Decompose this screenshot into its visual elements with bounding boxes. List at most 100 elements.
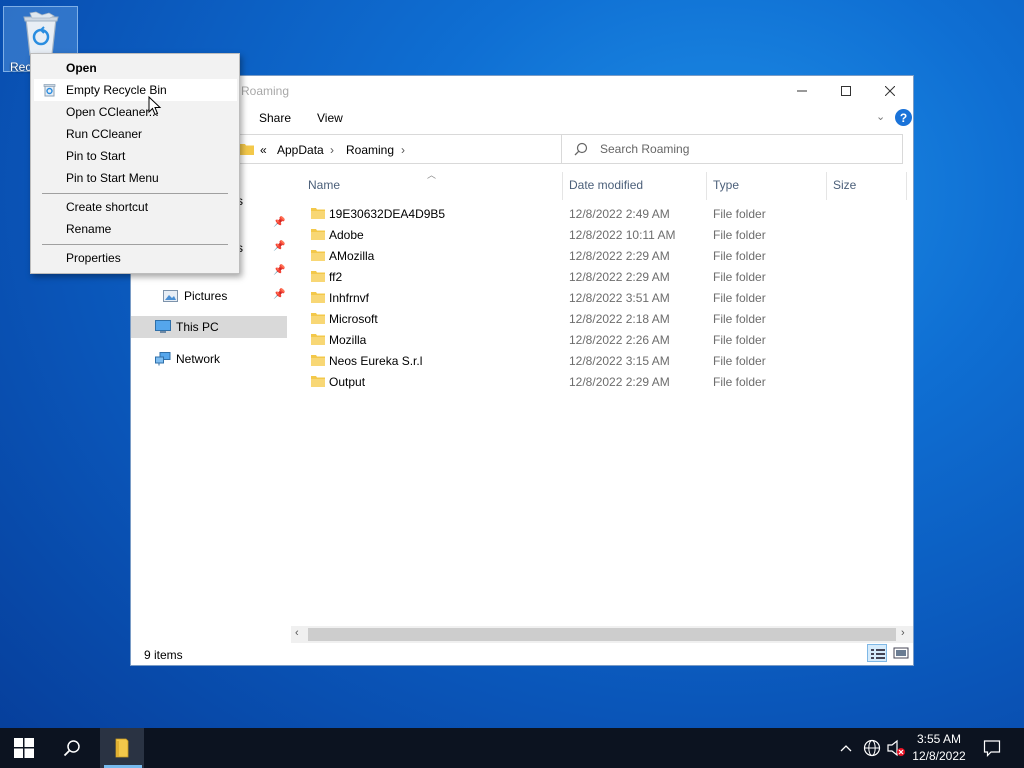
pin-icon: 📌 xyxy=(273,265,286,276)
menu-item-pin-to-start[interactable]: Pin to Start xyxy=(34,145,237,167)
file-row[interactable]: Microsoft 12/8/2022 2:18 AM File folder xyxy=(307,308,907,329)
pin-icon: 📌 xyxy=(273,217,286,228)
menu-item-empty-recycle-bin[interactable]: Empty Recycle Bin xyxy=(34,79,237,101)
file-type: File folder xyxy=(713,249,766,263)
clock-date: 12/8/2022 xyxy=(912,749,966,763)
file-type: File folder xyxy=(713,228,766,242)
close-button[interactable] xyxy=(867,76,913,106)
column-divider[interactable] xyxy=(706,172,707,200)
folder-icon xyxy=(240,144,254,155)
windows-logo-icon xyxy=(14,738,34,758)
file-row[interactable]: ff2 12/8/2022 2:29 AM File folder xyxy=(307,266,907,287)
maximize-icon xyxy=(841,86,851,96)
scrollbar-thumb[interactable] xyxy=(308,628,896,641)
address-overflow[interactable]: « xyxy=(260,143,267,157)
system-clock[interactable]: 3:55 AM 12/8/2022 xyxy=(906,731,972,765)
menu-item-rename[interactable]: Rename xyxy=(34,218,237,240)
maximize-button[interactable] xyxy=(823,76,869,106)
breadcrumb-appdata[interactable]: AppData xyxy=(277,143,324,157)
chevron-up-icon xyxy=(840,745,852,752)
breadcrumb-roaming[interactable]: Roaming xyxy=(346,143,394,157)
minimize-button[interactable] xyxy=(779,76,825,106)
file-type: File folder xyxy=(713,333,766,347)
action-center-button[interactable] xyxy=(978,728,1006,768)
folder-icon xyxy=(311,376,325,387)
tab-share[interactable]: Share xyxy=(259,111,291,125)
file-name: ff2 xyxy=(329,270,343,284)
menu-separator xyxy=(42,244,228,245)
expand-ribbon-chevron-icon[interactable]: ⌄ xyxy=(876,110,885,123)
menu-item-open[interactable]: Open xyxy=(34,57,237,79)
menu-item-label: Properties xyxy=(66,251,121,265)
file-explorer-taskbar-button[interactable] xyxy=(100,728,144,768)
column-divider[interactable] xyxy=(906,172,907,200)
file-row[interactable]: Adobe 12/8/2022 10:11 AM File folder xyxy=(307,224,907,245)
scroll-right-arrow-icon[interactable]: › xyxy=(901,627,905,639)
file-date: 12/8/2022 2:29 AM xyxy=(569,270,670,284)
title-bar[interactable]: Roaming xyxy=(131,76,913,106)
volume-muted-icon xyxy=(887,739,905,757)
search-input[interactable] xyxy=(600,141,890,157)
menu-separator xyxy=(42,193,228,194)
details-view-button[interactable] xyxy=(867,644,887,662)
file-list: 19E30632DEA4D9B5 12/8/2022 2:49 AM File fo… xyxy=(307,203,907,392)
menu-item-label: Open CCleaner... xyxy=(66,105,159,119)
column-header-type[interactable]: Type xyxy=(713,178,739,192)
menu-item-create-shortcut[interactable]: Create shortcut xyxy=(34,196,237,218)
search-taskbar-button[interactable] xyxy=(50,728,94,768)
nav-item-label: Pictures xyxy=(184,289,228,303)
recycle-bin-small-icon xyxy=(43,84,56,97)
recycle-bin-icon xyxy=(23,11,59,56)
search-box[interactable] xyxy=(561,134,903,164)
nav-item-this-pc[interactable]: This PC xyxy=(131,316,287,338)
pin-icon: 📌 xyxy=(273,241,286,252)
file-row[interactable]: AMozilla 12/8/2022 2:29 AM File folder xyxy=(307,245,907,266)
file-row[interactable]: Mozilla 12/8/2022 2:26 AM File folder xyxy=(307,329,907,350)
column-divider[interactable] xyxy=(826,172,827,200)
file-row[interactable]: Output 12/8/2022 2:29 AM File folder xyxy=(307,371,907,392)
file-type: File folder xyxy=(713,291,766,305)
nav-item-label: Network xyxy=(176,352,221,366)
large-icons-view-button[interactable] xyxy=(891,644,911,662)
file-date: 12/8/2022 2:26 AM xyxy=(569,333,670,347)
file-date: 12/8/2022 3:15 AM xyxy=(569,354,670,368)
column-header-size[interactable]: Size xyxy=(833,178,856,192)
network-status-button[interactable] xyxy=(860,728,884,768)
menu-item-pin-to-start-menu[interactable]: Pin to Start Menu xyxy=(34,167,237,189)
file-explorer-window: Roaming Share View ⌄ ? « AppData › Roami… xyxy=(130,75,914,666)
horizontal-scrollbar[interactable]: ‹ › xyxy=(291,626,913,643)
nav-item-label: This PC xyxy=(176,320,219,334)
menu-item-open-ccleaner[interactable]: Open CCleaner... xyxy=(34,101,237,123)
file-date: 12/8/2022 2:18 AM xyxy=(569,312,670,326)
start-button[interactable] xyxy=(0,728,48,768)
scroll-left-arrow-icon[interactable]: ‹ xyxy=(295,627,299,639)
file-name: Microsoft xyxy=(329,312,378,326)
menu-item-label: Create shortcut xyxy=(66,200,149,214)
file-date: 12/8/2022 3:51 AM xyxy=(569,291,670,305)
search-icon xyxy=(63,740,80,757)
column-header-date[interactable]: Date modified xyxy=(569,178,643,192)
sort-ascending-icon: ︿ xyxy=(427,170,437,180)
file-row[interactable]: 19E30632DEA4D9B5 12/8/2022 2:49 AM File fo… xyxy=(307,203,907,224)
column-header-name[interactable]: Name xyxy=(308,178,340,192)
context-menu: Open Empty Recycle Bin Open CCleaner... … xyxy=(30,53,240,274)
show-hidden-icons-button[interactable] xyxy=(836,728,856,768)
menu-item-label: Empty Recycle Bin xyxy=(66,83,167,97)
nav-item-network[interactable]: Network xyxy=(131,348,287,370)
file-name: Mozilla xyxy=(329,333,367,347)
breadcrumb-separator[interactable]: › xyxy=(330,143,334,157)
menu-item-run-ccleaner[interactable]: Run CCleaner xyxy=(34,123,237,145)
menu-item-properties[interactable]: Properties xyxy=(34,247,237,269)
tab-view[interactable]: View xyxy=(317,111,343,125)
menu-item-label: Pin to Start xyxy=(66,149,126,163)
minimize-icon xyxy=(797,90,807,92)
file-date: 12/8/2022 2:29 AM xyxy=(569,375,670,389)
help-button[interactable]: ? xyxy=(895,109,912,126)
breadcrumb-separator[interactable]: › xyxy=(401,143,405,157)
file-row[interactable]: Inhfrnvf 12/8/2022 3:51 AM File folder xyxy=(307,287,907,308)
nav-item-pictures[interactable]: Pictures 📌 xyxy=(131,285,287,307)
file-row[interactable]: Neos Eureka S.r.l 12/8/2022 3:15 AM File f… xyxy=(307,350,907,371)
volume-button[interactable] xyxy=(884,728,908,768)
menu-item-label: Run CCleaner xyxy=(66,127,143,141)
column-divider[interactable] xyxy=(562,172,563,200)
